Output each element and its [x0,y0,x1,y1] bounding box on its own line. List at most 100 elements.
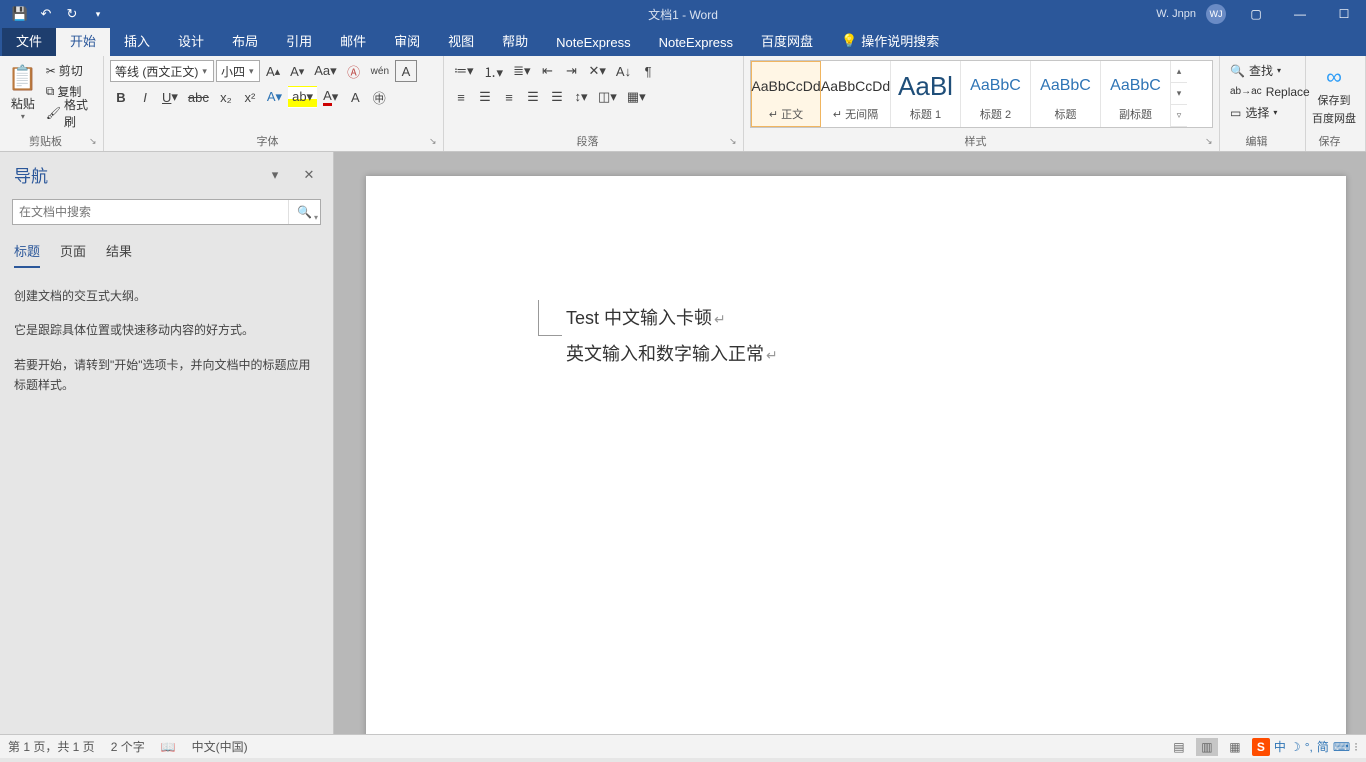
gallery-more-icon[interactable]: ▿ [1171,105,1187,127]
grow-font-icon[interactable]: A▴ [262,60,284,82]
view-print-icon[interactable]: ▥ [1196,738,1218,756]
tab-file[interactable]: 文件 [2,25,56,56]
replace-button[interactable]: ab→acReplace [1226,81,1299,102]
qat-more-icon[interactable]: ▾ [86,3,110,25]
maximize-icon[interactable]: ☐ [1322,0,1366,28]
bullets-icon[interactable]: ≔▾ [450,60,478,82]
align-center-icon[interactable]: ☰ [474,86,496,108]
ime-moon-icon[interactable]: ☽ [1290,740,1301,754]
shrink-font-icon[interactable]: A▾ [286,60,308,82]
nav-close-icon[interactable]: ✕ [299,165,319,185]
font-name-combo[interactable]: 等线 (西文正文)▾ [110,60,214,82]
nav-tab-headings[interactable]: 标题 [14,241,40,268]
tab-noteexpress-1[interactable]: NoteExpress [542,29,644,56]
enclose-char-icon[interactable]: ㊥ [368,86,390,108]
sort-icon[interactable]: A↓ [612,60,635,82]
align-justify-icon[interactable]: ☰ [522,86,544,108]
char-shading-icon[interactable]: A [344,86,366,108]
nav-tab-pages[interactable]: 页面 [60,241,86,268]
shading-icon[interactable]: ◫▾ [594,86,621,108]
search-icon[interactable]: 🔍 [288,200,320,224]
font-dialog-icon[interactable]: ↘ [429,136,441,148]
view-web-icon[interactable]: ▦ [1224,738,1246,756]
font-size-combo[interactable]: 小四▾ [216,60,260,82]
align-right-icon[interactable]: ≡ [498,86,520,108]
line-spacing-icon[interactable]: ↕▾ [570,86,592,108]
style-item[interactable]: AaBbC标题 2 [961,61,1031,127]
style-item[interactable]: AaBbC副标题 [1101,61,1171,127]
numbering-icon[interactable]: ⒈▾ [480,60,508,82]
style-item[interactable]: AaBbC标题 [1031,61,1101,127]
nav-menu-icon[interactable]: ▾ [265,165,285,185]
save-icon[interactable]: 💾 [8,3,32,25]
ime-keyboard-icon[interactable]: ⌨ [1333,740,1350,754]
align-distribute-icon[interactable]: ☰ [546,86,568,108]
tab-design[interactable]: 设计 [164,25,218,56]
clipboard-dialog-icon[interactable]: ↘ [89,136,101,148]
superscript-icon[interactable]: x² [239,86,261,108]
tab-noteexpress-2[interactable]: NoteExpress [645,29,747,56]
avatar[interactable]: WJ [1206,4,1226,24]
borders-icon[interactable]: ▦▾ [623,86,650,108]
format-painter-button[interactable]: 🖌格式刷 [42,102,97,123]
highlight-icon[interactable]: ab▾ [288,86,317,108]
tell-me[interactable]: 💡操作说明搜索 [827,25,953,56]
asian-layout-icon[interactable]: ✕▾ [584,60,609,82]
status-proof-icon[interactable]: 📖 [161,740,176,754]
tab-home[interactable]: 开始 [56,25,110,56]
tab-layout[interactable]: 布局 [218,25,272,56]
strike-icon[interactable]: abc [184,86,213,108]
find-button[interactable]: 🔍查找▾ [1226,60,1299,81]
redo-icon[interactable]: ↻ [60,3,84,25]
ribbon-options-icon[interactable]: ▢ [1234,0,1278,28]
tab-insert[interactable]: 插入 [110,25,164,56]
ime-jian[interactable]: 简 [1317,738,1329,755]
paragraph-2[interactable]: 英文输入和数字输入正常↵ [566,336,1246,372]
underline-icon[interactable]: U▾ [158,86,182,108]
style-item[interactable]: AaBbCcDd↵ 无间隔 [821,61,891,127]
increase-indent-icon[interactable]: ⇥ [560,60,582,82]
paragraph-dialog-icon[interactable]: ↘ [729,136,741,148]
ime-punct-icon[interactable]: °, [1305,740,1313,754]
view-read-icon[interactable]: ▤ [1168,738,1190,756]
nav-tab-results[interactable]: 结果 [106,241,132,268]
tab-baidu[interactable]: 百度网盘 [747,25,827,56]
multilevel-icon[interactable]: ≣▾ [509,60,534,82]
minimize-icon[interactable]: — [1278,0,1322,28]
gallery-down-icon[interactable]: ▾ [1171,83,1187,105]
sogou-icon[interactable]: S [1252,738,1270,756]
user-name[interactable]: W. Jnpn [1146,8,1206,20]
select-button[interactable]: ▭选择▾ [1226,102,1299,123]
change-case-icon[interactable]: Aa▾ [310,60,340,82]
ime-zhong[interactable]: 中 [1274,738,1286,755]
subscript-icon[interactable]: x₂ [215,86,237,108]
gallery-up-icon[interactable]: ▴ [1171,61,1187,83]
styles-dialog-icon[interactable]: ↘ [1205,136,1217,148]
tab-review[interactable]: 审阅 [380,25,434,56]
status-words[interactable]: 2 个字 [111,738,145,755]
tab-references[interactable]: 引用 [272,25,326,56]
style-item[interactable]: AaBbCcDd↵ 正文 [751,61,821,127]
bold-icon[interactable]: B [110,86,132,108]
status-page[interactable]: 第 1 页，共 1 页 [8,738,95,755]
char-border-icon[interactable]: A [395,60,417,82]
show-marks-icon[interactable]: ¶ [637,60,659,82]
paste-button[interactable]: 📋 粘贴 ▾ [6,60,40,124]
clear-format-icon[interactable]: Ⓐ [343,60,365,82]
tab-help[interactable]: 帮助 [488,25,542,56]
style-item[interactable]: AaBl标题 1 [891,61,961,127]
phonetic-icon[interactable]: wén [367,60,393,82]
decrease-indent-icon[interactable]: ⇤ [536,60,558,82]
save-baidu-button[interactable]: ∞ 保存到 百度网盘 [1312,60,1356,130]
undo-icon[interactable]: ↶ [34,3,58,25]
ime-more-icon[interactable]: ⁝ [1354,740,1358,754]
page[interactable]: Test 中文输入卡顿↵ 英文输入和数字输入正常↵ [366,176,1346,734]
text-effects-icon[interactable]: A▾ [263,86,286,108]
status-language[interactable]: 中文(中国) [192,738,248,755]
align-left-icon[interactable]: ≡ [450,86,472,108]
document-area[interactable]: Test 中文输入卡顿↵ 英文输入和数字输入正常↵ [334,152,1366,734]
font-color-icon[interactable]: A▾ [319,86,342,108]
paragraph-1[interactable]: Test 中文输入卡顿↵ [566,300,1246,336]
cut-button[interactable]: ✂剪切 [42,60,97,81]
tab-view[interactable]: 视图 [434,25,488,56]
